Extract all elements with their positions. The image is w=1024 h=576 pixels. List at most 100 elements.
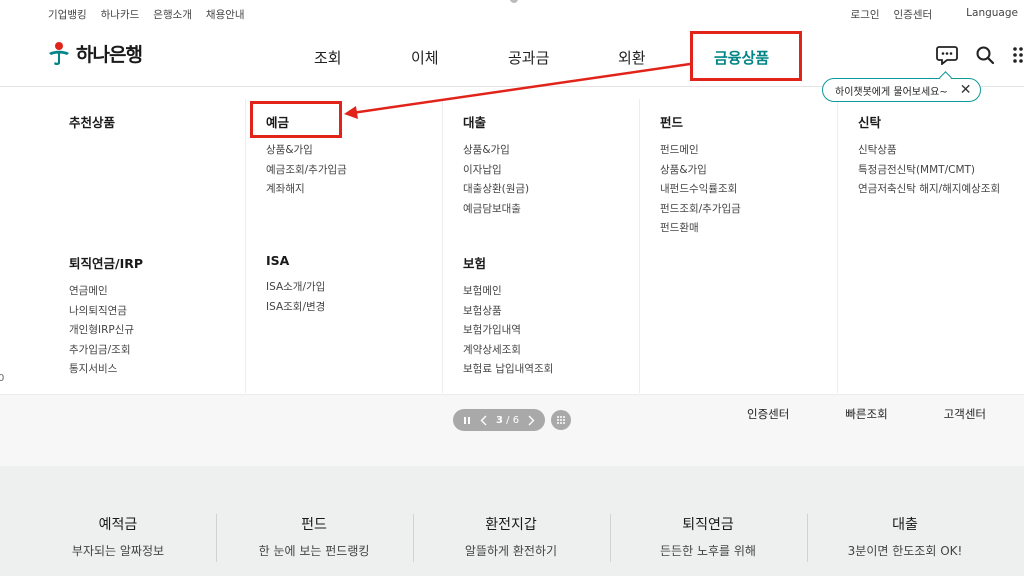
quick-banner-subtitle: 3분이면 한도조회 OK! (847, 544, 963, 558)
quick-banner-title: 예적금 (98, 517, 138, 533)
pause-icon[interactable] (463, 416, 471, 425)
annotation-box-deposit (250, 101, 342, 138)
quick-banner-subtitle: 알뜰하게 환전하기 (464, 544, 558, 558)
util-link-login[interactable]: 로그인 (851, 7, 880, 22)
footer-link-customer-center[interactable]: 고객센터 (944, 406, 986, 422)
menu-link[interactable]: 신탁상품 (858, 141, 1000, 161)
quick-banner-title: 퇴직연금 (682, 517, 734, 533)
column-divider (837, 99, 838, 393)
category-title[interactable]: 대출 (463, 112, 529, 131)
menu-link[interactable]: 계좌해지 (266, 180, 347, 200)
menu-link[interactable]: 보험메인 (463, 282, 553, 302)
nav-transfer[interactable]: 이체 (411, 47, 439, 68)
category-title[interactable]: ISA (266, 253, 325, 268)
util-link-careers[interactable]: 채용안내 (206, 7, 245, 22)
category-insurance: 보험 보험메인 보험상품 보험가입내역 계약상세조회 보험료 납입내역조회 (463, 253, 553, 380)
chevron-left-icon[interactable] (480, 415, 487, 426)
category-retirement-irp: 퇴직연금/IRP 연금메인 나의퇴직연금 개인형IRP신규 추가입금/조회 통지… (69, 253, 143, 380)
util-link-certificate[interactable]: 인증센터 (894, 7, 933, 22)
menu-pager: 3 / 6 (453, 409, 546, 431)
menu-link[interactable]: 상품&가입 (266, 141, 347, 161)
quick-banner-subtitle: 든든한 노후를 위해 (660, 544, 756, 558)
quick-banner-fund[interactable]: 펀드 한 눈에 보는 펀드랭킹 (216, 514, 412, 559)
menu-link[interactable]: 내펀드수익률조회 (660, 180, 741, 200)
quick-banner-exchange-wallet[interactable]: 환전지갑 알뜰하게 환전하기 (413, 514, 609, 559)
util-link-about[interactable]: 은행소개 (153, 7, 192, 22)
menu-link[interactable]: 펀드조회/추가입금 (660, 200, 741, 220)
chevron-right-icon[interactable] (528, 415, 535, 426)
menu-link[interactable]: 예금조회/추가입금 (266, 161, 347, 181)
quick-banner-subtitle: 한 눈에 보는 펀드랭킹 (258, 544, 370, 558)
nav-inquiry[interactable]: 조회 (314, 47, 342, 68)
quick-banner-savings[interactable]: 예적금 부자되는 알짜정보 (20, 514, 216, 559)
menu-link[interactable]: 상품&가입 (660, 161, 741, 181)
category-title[interactable]: 퇴직연금/IRP (69, 253, 143, 272)
footer-link-quick-inquiry[interactable]: 빠른조회 (845, 406, 887, 422)
logo[interactable]: 하나은행 (46, 40, 143, 67)
nav-foreign-exchange[interactable]: 외환 (618, 47, 646, 68)
utility-links-left: 기업뱅킹 하나카드 은행소개 채용안내 (48, 7, 245, 22)
top-indicator (510, 0, 518, 3)
category-loan: 대출 상품&가입 이자납입 대출상환(원금) 예금담보대출 (463, 112, 529, 219)
close-icon[interactable]: ✕ (960, 83, 972, 97)
quick-banner-subtitle: 부자되는 알짜정보 (71, 544, 165, 558)
nav-utility-bills[interactable]: 공과금 (508, 47, 549, 68)
menu-link[interactable]: 계약상세조회 (463, 341, 553, 361)
mega-menu: 추천상품 예금 상품&가입 예금조회/추가입금 계좌해지 대출 상품&가입 이자… (0, 87, 1024, 393)
category-title[interactable]: 보험 (463, 253, 553, 272)
menu-link[interactable]: 특정금전신탁(MMT/CMT) (858, 161, 1000, 181)
hana-logo-icon (49, 41, 69, 65)
quick-banner-loan[interactable]: 대출 3분이면 한도조회 OK! (807, 514, 1003, 559)
category-title[interactable]: 펀드 (660, 112, 741, 131)
util-link-card[interactable]: 하나카드 (101, 7, 140, 22)
menu-link[interactable]: 보험료 납입내역조회 (463, 360, 553, 380)
menu-link[interactable]: ISA조회/변경 (266, 298, 325, 318)
grid-icon[interactable] (551, 410, 571, 430)
menu-link[interactable]: 연금메인 (69, 282, 143, 302)
quick-banner-title: 대출 (892, 517, 918, 533)
column-divider (442, 99, 443, 393)
menu-link[interactable]: ISA소개/가입 (266, 278, 325, 298)
column-divider (245, 99, 246, 393)
menu-grid-icon[interactable] (1012, 44, 1024, 66)
category-recommended: 추천상품 (69, 112, 115, 141)
logo-text: 하나은행 (76, 44, 143, 66)
chatbot-tooltip-text: 하이챗봇에게 물어보세요~ (835, 86, 948, 98)
menu-link[interactable]: 연금저축신탁 해지/해지예상조회 (858, 180, 1000, 200)
menu-link[interactable]: 펀드환매 (660, 219, 741, 239)
quick-banner-title: 환전지갑 (485, 517, 537, 533)
utility-links-right: 로그인 인증센터 Language (851, 7, 1018, 22)
footer-link-certificate[interactable]: 인증센터 (747, 406, 789, 422)
menu-link[interactable]: 펀드메인 (660, 141, 741, 161)
menu-link[interactable]: 보험가입내역 (463, 321, 553, 341)
search-icon[interactable] (974, 44, 996, 66)
menu-link[interactable]: 추가입금/조회 (69, 341, 143, 361)
utility-bar: 기업뱅킹 하나카드 은행소개 채용안내 로그인 인증센터 Language (0, 0, 1024, 28)
menu-link[interactable]: 상품&가입 (463, 141, 529, 161)
menu-link[interactable]: 통지서비스 (69, 360, 143, 380)
util-link-corporate[interactable]: 기업뱅킹 (48, 7, 87, 22)
pager-current: 3 (496, 414, 503, 426)
menu-footer-links: 인증센터 빠른조회 고객센터 (747, 406, 986, 422)
chatbot-tooltip[interactable]: 하이챗봇에게 물어보세요~ ✕ (822, 78, 981, 102)
edge-marker: 0 (0, 373, 5, 384)
pager-total: 6 (512, 414, 520, 426)
category-trust: 신탁 신탁상품 특정금전신탁(MMT/CMT) 연금저축신탁 해지/해지예상조회 (858, 112, 1000, 200)
menu-link[interactable]: 개인형IRP신규 (69, 321, 143, 341)
quick-banner-retirement[interactable]: 퇴직연금 든든한 노후를 위해 (610, 514, 806, 559)
header-icons (936, 44, 1024, 66)
quick-banner-bar: 예적금 부자되는 알짜정보 펀드 한 눈에 보는 펀드랭킹 환전지갑 알뜰하게 … (0, 466, 1024, 576)
category-isa: ISA ISA소개/가입 ISA조회/변경 (266, 253, 325, 317)
category-title[interactable]: 신탁 (858, 112, 1000, 131)
menu-link[interactable]: 이자납입 (463, 161, 529, 181)
menu-link[interactable]: 나의퇴직연금 (69, 302, 143, 322)
annotation-box-nav (690, 31, 802, 81)
category-fund: 펀드 펀드메인 상품&가입 내펀드수익률조회 펀드조회/추가입금 펀드환매 (660, 112, 741, 239)
menu-link[interactable]: 보험상품 (463, 302, 553, 322)
menu-link[interactable]: 예금담보대출 (463, 200, 529, 220)
language-selector[interactable]: Language (966, 7, 1018, 22)
menu-link[interactable]: 대출상환(원금) (463, 180, 529, 200)
category-title[interactable]: 추천상품 (69, 112, 115, 131)
column-divider (639, 99, 640, 393)
chat-icon[interactable] (936, 44, 958, 66)
